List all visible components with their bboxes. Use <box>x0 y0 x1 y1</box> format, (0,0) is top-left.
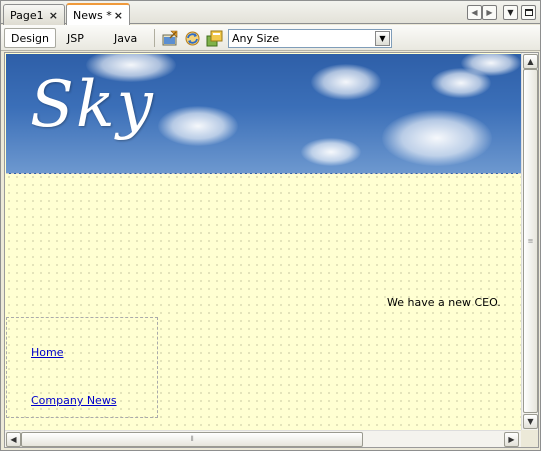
scroll-left-icon[interactable]: ◀ <box>467 5 482 20</box>
tab-label: News * <box>73 8 112 22</box>
cloud <box>382 110 492 166</box>
vertical-scroll-thumb[interactable]: ≡ <box>523 69 538 413</box>
scroll-up-icon[interactable]: ▲ <box>523 54 538 69</box>
java-view-button[interactable]: Java <box>108 28 143 48</box>
scroll-left-icon[interactable]: ◀ <box>6 432 21 447</box>
close-icon[interactable]: × <box>114 9 123 22</box>
ide-editor-window: Page1 × News * × ◀ ▶ ▼ Design JSP Java A… <box>0 0 541 451</box>
banner-title: Sky <box>30 68 155 142</box>
tab-label: Page1 <box>10 8 44 22</box>
scroll-right-icon[interactable]: ▶ <box>482 5 497 20</box>
scroll-right-icon[interactable]: ▶ <box>504 432 519 447</box>
page-size-select[interactable]: Any Size ▼ <box>228 29 392 48</box>
navigation-panel[interactable]: Home Company News <box>6 317 158 418</box>
close-icon[interactable]: × <box>49 9 58 22</box>
cloud <box>301 138 361 166</box>
refresh-icon[interactable] <box>184 30 201 47</box>
tab-news[interactable]: News * × <box>66 3 130 25</box>
design-canvas-frame: Sky We have a new CEO. Home Company News… <box>4 52 539 448</box>
dropdown-icon[interactable]: ▼ <box>503 5 518 20</box>
tab-page1[interactable]: Page1 × <box>3 4 65 25</box>
cloud <box>158 106 238 146</box>
show-virtual-forms-icon[interactable] <box>206 30 223 47</box>
toolbar-separator <box>154 29 155 47</box>
editor-tab-bar: Page1 × News * × ◀ ▶ ▼ <box>1 1 540 25</box>
horizontal-scroll-thumb[interactable]: ⦀ <box>21 432 363 447</box>
preview-in-browser-icon[interactable] <box>162 30 179 47</box>
page-size-value: Any Size <box>232 32 280 45</box>
design-view-button[interactable]: Design <box>4 28 56 48</box>
news-text[interactable]: We have a new CEO. <box>387 296 501 309</box>
design-canvas[interactable]: Sky We have a new CEO. Home Company News <box>5 53 521 430</box>
scrollbar-corner <box>521 430 538 447</box>
cloud <box>311 64 381 100</box>
editor-toolbar: Design JSP Java Any Size ▼ <box>1 25 540 51</box>
horizontal-scrollbar[interactable]: ◀ ⦀ ▶ <box>5 430 521 447</box>
jsp-view-button[interactable]: JSP <box>61 28 90 48</box>
cloud <box>461 54 521 76</box>
scroll-down-icon[interactable]: ▼ <box>523 414 538 429</box>
vertical-scrollbar[interactable]: ▲ ≡ ▼ <box>521 53 538 430</box>
maximize-icon[interactable] <box>521 5 536 20</box>
nav-link-home[interactable]: Home <box>31 346 63 359</box>
nav-link-company-news[interactable]: Company News <box>31 394 117 407</box>
banner-image[interactable]: Sky <box>6 54 521 174</box>
chevron-down-icon[interactable]: ▼ <box>375 31 390 46</box>
